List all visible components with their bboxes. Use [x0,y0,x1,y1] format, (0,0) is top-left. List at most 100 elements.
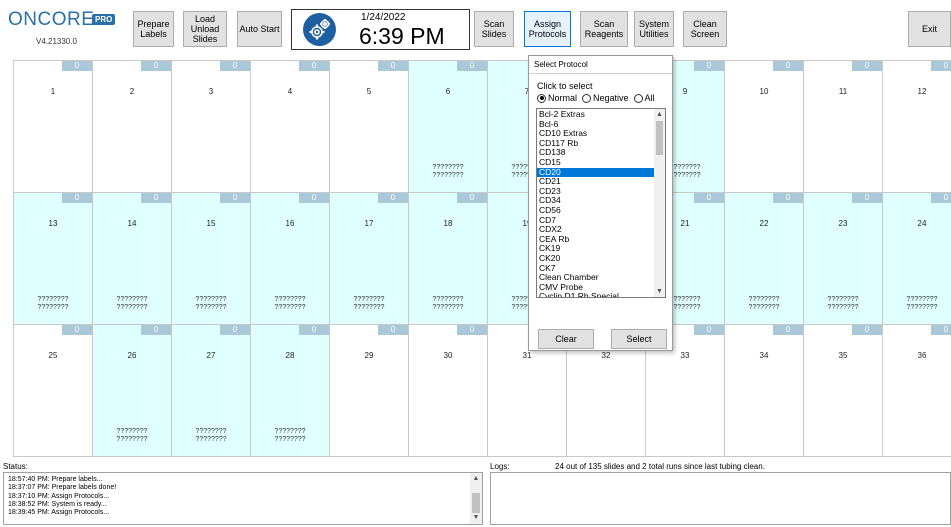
slot-number: 27 [206,351,216,360]
protocol-list-item[interactable]: CD23 [537,187,655,197]
slot-number: 25 [48,351,58,360]
slide-slot[interactable]: 0 11 [803,60,883,193]
radio-normal-label: Normal [548,93,578,103]
protocol-list-item[interactable]: CD138 [537,148,655,158]
slide-slot[interactable]: 0 12 [882,60,951,193]
scroll-up-icon[interactable]: ▲ [654,109,665,120]
clear-button[interactable]: Clear [538,329,594,349]
scan-slides-button[interactable]: Scan Slides [474,11,514,47]
radio-all[interactable]: All [633,93,655,103]
scroll-thumb[interactable] [472,493,480,513]
slide-slot[interactable]: 0 18 ???????? ???????? [408,192,488,325]
scan-reagents-button[interactable]: Scan Reagents [580,11,628,47]
slot-number: 28 [285,351,295,360]
assign-protocols-button[interactable]: Assign Protocols [524,11,571,47]
slot-number: 22 [759,219,769,228]
slide-slot[interactable]: 0 10 [724,60,804,193]
slot-badge: 0 [694,193,724,203]
radio-normal-dot[interactable] [537,93,546,103]
slide-slot[interactable]: 0 17 ???????? ???????? [329,192,409,325]
slide-slot[interactable]: 0 35 [803,324,883,457]
select-protocol-popup: Select Protocol Click to select Normal N… [528,55,673,351]
radio-normal[interactable]: Normal [537,93,577,103]
protocol-list-item[interactable]: CK7 [537,264,655,274]
protocol-list-item[interactable]: CK20 [537,254,655,264]
popup-title: Select Protocol [534,60,588,69]
slot-number: 11 [838,87,848,96]
slot-badge: 0 [852,61,882,71]
protocol-list-item[interactable]: Clean Chamber [537,273,655,283]
protocol-list-item[interactable]: CK19 [537,244,655,254]
slide-slot[interactable]: 03 [171,60,251,193]
slide-slot[interactable]: 0 13 ???????? ???????? [13,192,93,325]
slide-slot[interactable]: 02 [92,60,172,193]
slot-badge: 0 [299,325,329,335]
slide-slot[interactable]: 0 36 [882,324,951,457]
slot-number: 29 [364,351,374,360]
auto-start-button[interactable]: Auto Start [237,11,282,47]
slide-slot[interactable]: 0 27 ???????? ???????? [171,324,251,457]
slide-slot[interactable]: 0 34 [724,324,804,457]
protocol-list-item[interactable]: CD10 Extras [537,129,655,139]
slide-slot[interactable]: 04 [250,60,330,193]
protocol-list-item[interactable]: CDX2 [537,225,655,235]
slot-number: 36 [917,351,927,360]
protocol-list-item[interactable]: CD117 Rb [537,139,655,149]
protocol-list-item[interactable]: CD34 [537,196,655,206]
protocol-list-item[interactable]: CD7 [537,216,655,226]
slide-slot[interactable]: 05 [329,60,409,193]
slide-slot[interactable]: 0 25 [13,324,93,457]
status-log-box[interactable]: 18:57:40 PM: Prepare labels... 18:37:07 P… [3,472,483,525]
logs-box[interactable] [490,472,951,525]
slot-badge: 0 [773,61,803,71]
slide-slot[interactable]: 0 22 ???????? ???????? [724,192,804,325]
system-utilities-button[interactable]: System Utilities [634,11,674,47]
slot-number: 31 [522,351,532,360]
slide-slot[interactable]: 0 6 ???????? ???????? [408,60,488,193]
protocol-list-item[interactable]: CD56 [537,206,655,216]
slide-slot[interactable]: 0 15 ???????? ???????? [171,192,251,325]
slide-slot[interactable]: 0 26 ???????? ???????? [92,324,172,457]
slot-number: 5 [366,87,372,96]
protocol-list-item[interactable]: CD15 [537,158,655,168]
slide-slot[interactable]: 0 23 ???????? ???????? [803,192,883,325]
slide-slot[interactable]: 0 24 ???????? ???????? [882,192,951,325]
scroll-up-icon[interactable]: ▲ [470,473,482,485]
slide-slot[interactable]: 0 28 ???????? ???????? [250,324,330,457]
slide-slot[interactable]: 0 16 ???????? ???????? [250,192,330,325]
radio-negative-label: Negative [593,93,629,103]
slot-number: 24 [917,219,927,228]
protocol-list-item[interactable]: CMV Probe [537,283,655,293]
radio-all-dot[interactable] [633,93,643,103]
protocol-list-item[interactable]: Bcl-6 [537,120,655,130]
logs-label: Logs: [490,462,510,471]
slide-slot[interactable]: 0 14 ???????? ???????? [92,192,172,325]
slide-slot[interactable]: 0 29 [329,324,409,457]
slot-badge: 0 [931,193,951,203]
clean-screen-button[interactable]: Clean Screen [683,11,727,47]
radio-negative-dot[interactable] [582,93,592,103]
scroll-down-icon[interactable]: ▼ [654,286,665,297]
radio-negative[interactable]: Negative [582,93,629,103]
protocol-list-scrollbar[interactable]: ▲ ▼ [654,109,665,297]
slot-badge: 0 [299,61,329,71]
slot-protocol-placeholder: ???????? ???????? [906,296,938,311]
status-line: 18:57:40 PM: Prepare labels... [8,476,103,483]
protocol-list-item[interactable]: CEA Rb [537,235,655,245]
protocol-list-items: Bcl-2 Extras Bcl-6 CD10 Extras CD117 Rb CD13… [537,110,655,297]
slide-slot[interactable]: 0 30 [408,324,488,457]
protocol-list-item[interactable]: Bcl-2 Extras [537,110,655,120]
protocol-list-item[interactable]: CD21 [537,177,655,187]
slot-badge: 0 [141,193,171,203]
scroll-down-icon[interactable]: ▼ [470,512,482,524]
prepare-labels-button[interactable]: Prepare Labels [133,11,174,47]
exit-button[interactable]: Exit [908,11,951,47]
scroll-thumb[interactable] [656,121,663,155]
select-button[interactable]: Select [611,329,667,349]
status-scrollbar[interactable]: ▲ ▼ [470,473,482,524]
load-unload-slides-button[interactable]: Load Unload Slides [183,11,227,47]
protocol-list[interactable]: Bcl-2 Extras Bcl-6 CD10 Extras CD117 Rb CD13… [536,108,666,298]
protocol-list-item[interactable]: CD20 [537,167,655,178]
slide-slot[interactable]: 01 [13,60,93,193]
protocol-list-item[interactable]: Cyclin D1 Rb Special [537,292,655,297]
